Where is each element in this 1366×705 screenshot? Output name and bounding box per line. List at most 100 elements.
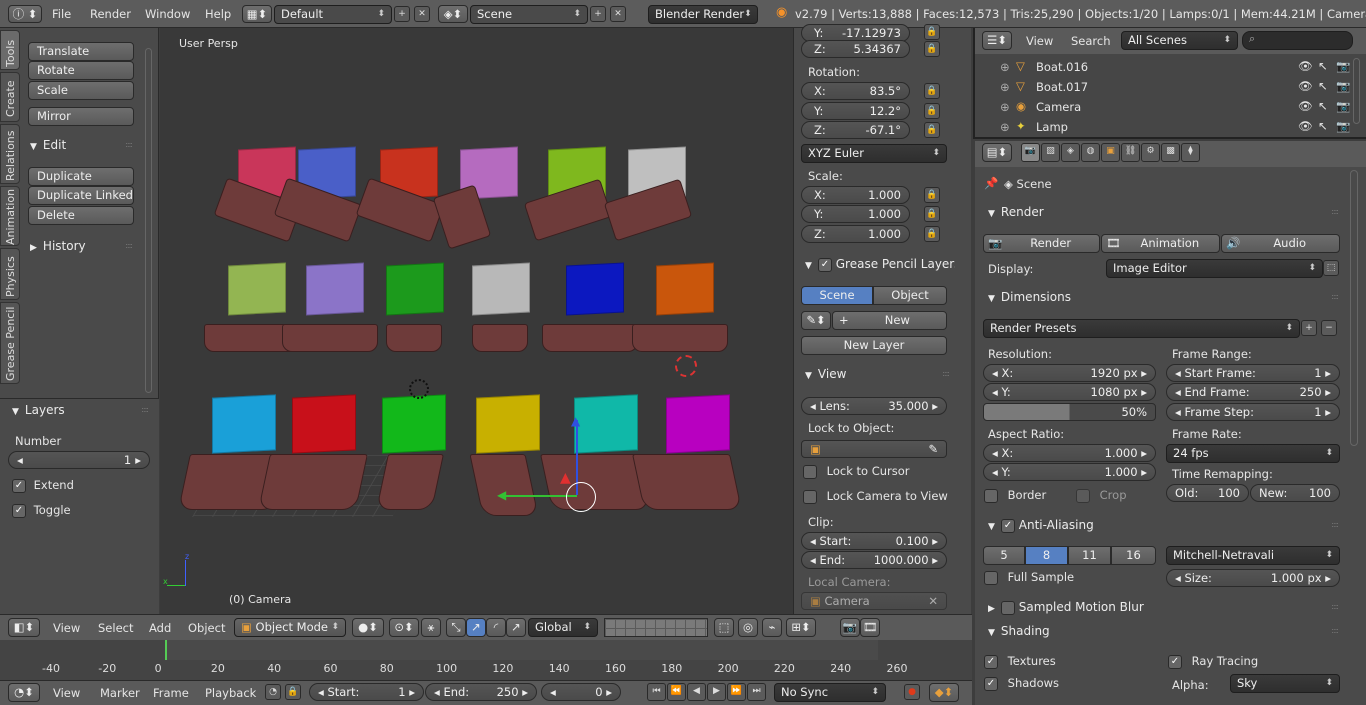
filter-size-field[interactable]: ◂ Size: 1.000 px ▸ bbox=[1166, 569, 1340, 587]
boat-sail[interactable] bbox=[212, 394, 276, 454]
render-engine-dropdown[interactable]: Blender Render bbox=[648, 5, 758, 24]
combined-manipulator-button[interactable]: ↗ bbox=[506, 618, 526, 637]
view-panel-header[interactable]: ▼ View:::: bbox=[797, 363, 955, 385]
new-remap-field[interactable]: New: 100 bbox=[1250, 484, 1340, 502]
lock-loc-y-icon[interactable]: 🔒 bbox=[924, 24, 940, 40]
tool-shelf-scrollbar[interactable] bbox=[145, 48, 152, 393]
outliner-filter-dropdown[interactable]: All Scenes bbox=[1121, 31, 1238, 50]
alpha-dropdown[interactable]: Sky bbox=[1230, 674, 1340, 693]
snap-toggle-button[interactable]: ⌁ bbox=[762, 618, 782, 637]
mirror-button[interactable]: Mirror bbox=[28, 107, 134, 126]
duplicate-linked-button[interactable]: Duplicate Linked bbox=[28, 186, 134, 205]
gp-scene-button[interactable]: Scene bbox=[801, 286, 873, 305]
gp-new-button[interactable]: + New bbox=[832, 311, 947, 330]
constraints-context-icon[interactable]: ⛓ bbox=[1121, 143, 1140, 162]
tab-grease-pencil[interactable]: Grease Pencil bbox=[0, 302, 20, 384]
timeline-menu-playback[interactable]: Playback bbox=[205, 686, 256, 700]
renderability-camera-icon[interactable]: 📷 bbox=[1336, 79, 1350, 93]
gizmo-y-arrow-icon[interactable]: ▲ bbox=[560, 470, 571, 486]
lock-rot-x-icon[interactable]: 🔒 bbox=[924, 83, 940, 99]
3d-cursor-icon[interactable] bbox=[675, 355, 697, 377]
boat-sail[interactable] bbox=[476, 394, 540, 454]
boat-sail[interactable] bbox=[574, 394, 638, 454]
start-frame-field[interactable]: ◂ Start Frame: 1 ▸ bbox=[1166, 364, 1340, 382]
boat-hull[interactable] bbox=[632, 454, 742, 510]
scene-field[interactable]: Scene bbox=[470, 5, 588, 24]
timeline-menu-marker[interactable]: Marker bbox=[100, 686, 140, 700]
selectability-cursor-icon[interactable]: ↖ bbox=[1318, 119, 1328, 133]
gp-pencil-icon-button[interactable]: ✎⬍ bbox=[801, 311, 831, 330]
jump-start-icon[interactable]: ⏮ bbox=[647, 683, 666, 701]
scale-manipulator-button[interactable]: ◜ bbox=[486, 618, 506, 637]
viewport-menu-object[interactable]: Object bbox=[188, 621, 225, 635]
record-icon[interactable]: ● bbox=[904, 684, 920, 700]
outliner-row[interactable]: ⊕ ▽ Boat.017 👁 ↖ 📷 bbox=[980, 79, 1350, 97]
transform-orientation-dropdown[interactable]: Global bbox=[528, 618, 598, 637]
modifiers-context-icon[interactable]: ⚙ bbox=[1141, 143, 1160, 162]
expand-icon[interactable]: ⊕ bbox=[1000, 60, 1010, 74]
properties-context-tabs[interactable]: 📷 ▧ ◈ ◍ ▣ ⛓ ⚙ ▩ ⧫ bbox=[1021, 143, 1203, 162]
remove-scene-icon[interactable]: ✕ bbox=[610, 6, 626, 22]
boat-hull[interactable] bbox=[472, 324, 528, 352]
eyedropper-icon[interactable]: ✎ bbox=[928, 441, 938, 457]
object-context-icon[interactable]: ▣ bbox=[1101, 143, 1120, 162]
render-context-icon[interactable]: 📷 bbox=[1021, 143, 1040, 162]
scale-button[interactable]: Scale bbox=[28, 81, 134, 100]
end-frame-field[interactable]: ◂ End Frame: 250 ▸ bbox=[1166, 383, 1340, 401]
outliner-row[interactable]: ⊕ ✦ Lamp 👁 ↖ 📷 bbox=[980, 119, 1350, 137]
lock-loc-z-icon[interactable]: 🔒 bbox=[924, 41, 940, 57]
local-camera-field[interactable]: ▣ Camera ✕ bbox=[801, 592, 947, 610]
interaction-mode-dropdown[interactable]: ▣ Object Mode bbox=[234, 618, 346, 637]
opengl-render-button[interactable]: 📷 bbox=[840, 618, 860, 637]
lamp-icon[interactable] bbox=[409, 379, 429, 399]
remove-layout-icon[interactable]: ✕ bbox=[414, 6, 430, 22]
menu-file[interactable]: File bbox=[52, 7, 71, 21]
expand-icon[interactable]: ⊕ bbox=[1000, 100, 1010, 114]
aa-samples-16-button[interactable]: 16 bbox=[1111, 546, 1156, 565]
aspect-y-field[interactable]: ◂ Y: 1.000 ▸ bbox=[983, 463, 1156, 481]
sync-mode-dropdown[interactable]: No Sync bbox=[774, 683, 886, 702]
full-sample-checkbox[interactable]: Full Sample bbox=[984, 570, 1074, 585]
anti-aliasing-panel-header[interactable]: ▼ ✓ Anti-Aliasing:::: bbox=[980, 514, 1344, 536]
visibility-eye-icon[interactable]: 👁 bbox=[1298, 119, 1313, 133]
render-button[interactable]: 📷 Render bbox=[983, 234, 1100, 253]
remove-preset-icon[interactable]: − bbox=[1321, 320, 1337, 336]
selectability-cursor-icon[interactable]: ↖ bbox=[1318, 99, 1328, 113]
tab-physics[interactable]: Physics bbox=[0, 248, 20, 300]
menu-help[interactable]: Help bbox=[205, 7, 231, 21]
jump-end-icon[interactable]: ⏭ bbox=[747, 683, 766, 701]
timeline-start-field[interactable]: ◂ Start: 1 ▸ bbox=[309, 683, 424, 701]
layer-buttons[interactable] bbox=[604, 618, 708, 637]
selectability-cursor-icon[interactable]: ↖ bbox=[1318, 79, 1328, 93]
translate-button[interactable]: Translate bbox=[28, 42, 134, 61]
lock-scale-y-icon[interactable]: 🔒 bbox=[924, 206, 940, 222]
lock-scale-z-icon[interactable]: 🔒 bbox=[924, 226, 940, 242]
audio-button[interactable]: 🔊 Audio bbox=[1221, 234, 1340, 253]
timeline-menu-view[interactable]: View bbox=[53, 686, 80, 700]
viewport-menu-view[interactable]: View bbox=[53, 621, 80, 635]
lock-range-icon[interactable]: 🔒 bbox=[285, 684, 301, 700]
manipulator-toggle-button[interactable]: ⚹ bbox=[421, 618, 441, 637]
properties-editor-type-button[interactable]: ▤⬍ bbox=[982, 143, 1012, 162]
menu-render[interactable]: Render bbox=[90, 7, 131, 21]
rotation-mode-dropdown[interactable]: XYZ Euler bbox=[801, 144, 947, 163]
render-layers-context-icon[interactable]: ▧ bbox=[1041, 143, 1060, 162]
boat-sail[interactable] bbox=[386, 262, 444, 316]
add-scene-icon[interactable]: + bbox=[590, 6, 606, 22]
timeline-editor-type-button[interactable]: ◔⬍ bbox=[8, 683, 40, 702]
boat-sail[interactable] bbox=[666, 394, 730, 454]
edit-panel-header[interactable]: ▼ Edit:::: bbox=[26, 134, 138, 156]
clip-start-field[interactable]: ◂ Start: 0.100 ▸ bbox=[801, 532, 947, 550]
opengl-animation-button[interactable]: 🎞 bbox=[860, 618, 880, 637]
outliner-menu-search[interactable]: Search bbox=[1071, 34, 1111, 48]
lock-rot-z-icon[interactable]: 🔒 bbox=[924, 122, 940, 138]
delete-button[interactable]: Delete bbox=[28, 206, 134, 225]
old-remap-field[interactable]: Old: 100 bbox=[1166, 484, 1249, 502]
gp-object-button[interactable]: Object bbox=[873, 286, 947, 305]
sampled-motion-blur-panel-header[interactable]: ▶ Sampled Motion Blur:::: bbox=[980, 596, 1344, 618]
layers-panel-header[interactable]: ▼ Layers:::: bbox=[4, 399, 154, 421]
viewport-menu-add[interactable]: Add bbox=[149, 621, 171, 635]
play-reverse-icon[interactable]: ◀ bbox=[687, 683, 706, 701]
selectability-cursor-icon[interactable]: ↖ bbox=[1318, 59, 1328, 73]
boat-sail[interactable] bbox=[228, 262, 286, 316]
